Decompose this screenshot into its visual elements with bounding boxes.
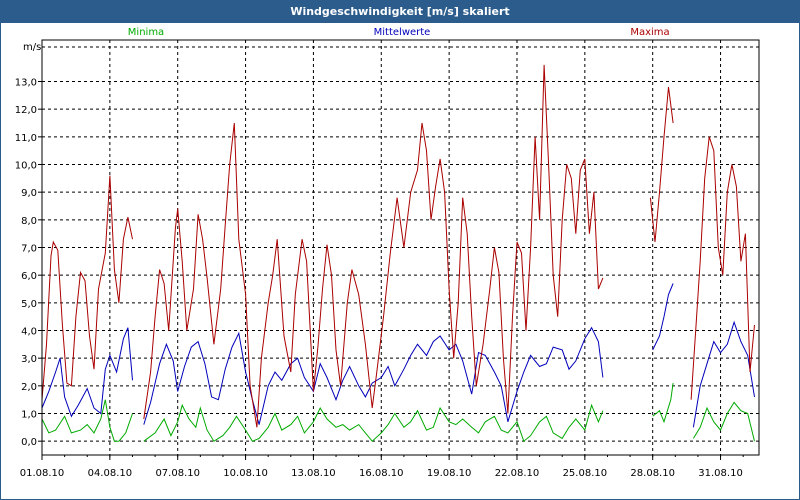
y-tick-label: 13,0 (15, 78, 37, 89)
y-tick-label: 5,0 (21, 299, 37, 310)
y-tick-label: 1,0 (21, 410, 37, 421)
x-tick-label: 10.08.10 (223, 468, 268, 479)
y-tick-label: 0,0 (21, 437, 37, 448)
legend-minima: Minima (128, 27, 164, 38)
series-line-mittelwerte (41, 283, 755, 428)
x-tick-label: 16.08.10 (359, 468, 404, 479)
x-tick-label: 19.08.10 (427, 468, 472, 479)
series-lines (41, 64, 755, 443)
y-tick-label: 11,0 (15, 133, 37, 144)
grid-lines (41, 40, 759, 455)
x-tick-label: 28.08.10 (630, 468, 675, 479)
y-tick-label: 8,0 (21, 216, 37, 227)
x-tick-label: 13.08.10 (291, 468, 336, 479)
y-tick-label: 3,0 (21, 354, 37, 365)
y-axis-label: m/s (23, 42, 41, 53)
y-tick-label: 12,0 (15, 105, 37, 116)
x-tick-label: 31.08.10 (698, 468, 743, 479)
x-tick-label: 22.08.10 (495, 468, 540, 479)
series-line-minima (41, 383, 755, 443)
y-tick-label: 4,0 (21, 327, 37, 338)
y-tick-label: 10,0 (15, 161, 37, 172)
line-chart: 0,0 1,0 2,0 3,0 4,0 5,0 6,0 7,0 8,0 9,0 10,0 11,0 12… (15, 27, 760, 479)
y-tick-label: 7,0 (21, 244, 37, 255)
x-tick-label: 04.08.10 (88, 468, 133, 479)
x-tick-label: 25.08.10 (563, 468, 608, 479)
x-tick-label: 07.08.10 (155, 468, 200, 479)
y-axis-ticks: 0,0 1,0 2,0 3,0 4,0 5,0 6,0 7,0 8,0 9,0 10,0 11,0 12… (15, 78, 42, 448)
x-axis-ticks: 01.08.10 04.08.10 07.08.10 10.08.10 13.08.10… (20, 455, 744, 479)
y-tick-label: 2,0 (21, 382, 37, 393)
x-tick-label: 01.08.10 (20, 468, 65, 479)
y-tick-label: 9,0 (21, 188, 37, 199)
legend-mittelwerte: Mittelwerte (374, 27, 431, 38)
y-tick-label: 6,0 (21, 271, 37, 282)
plot-area (41, 39, 760, 456)
legend-maxima: Maxima (630, 27, 669, 38)
series-line-maxima (41, 64, 755, 428)
